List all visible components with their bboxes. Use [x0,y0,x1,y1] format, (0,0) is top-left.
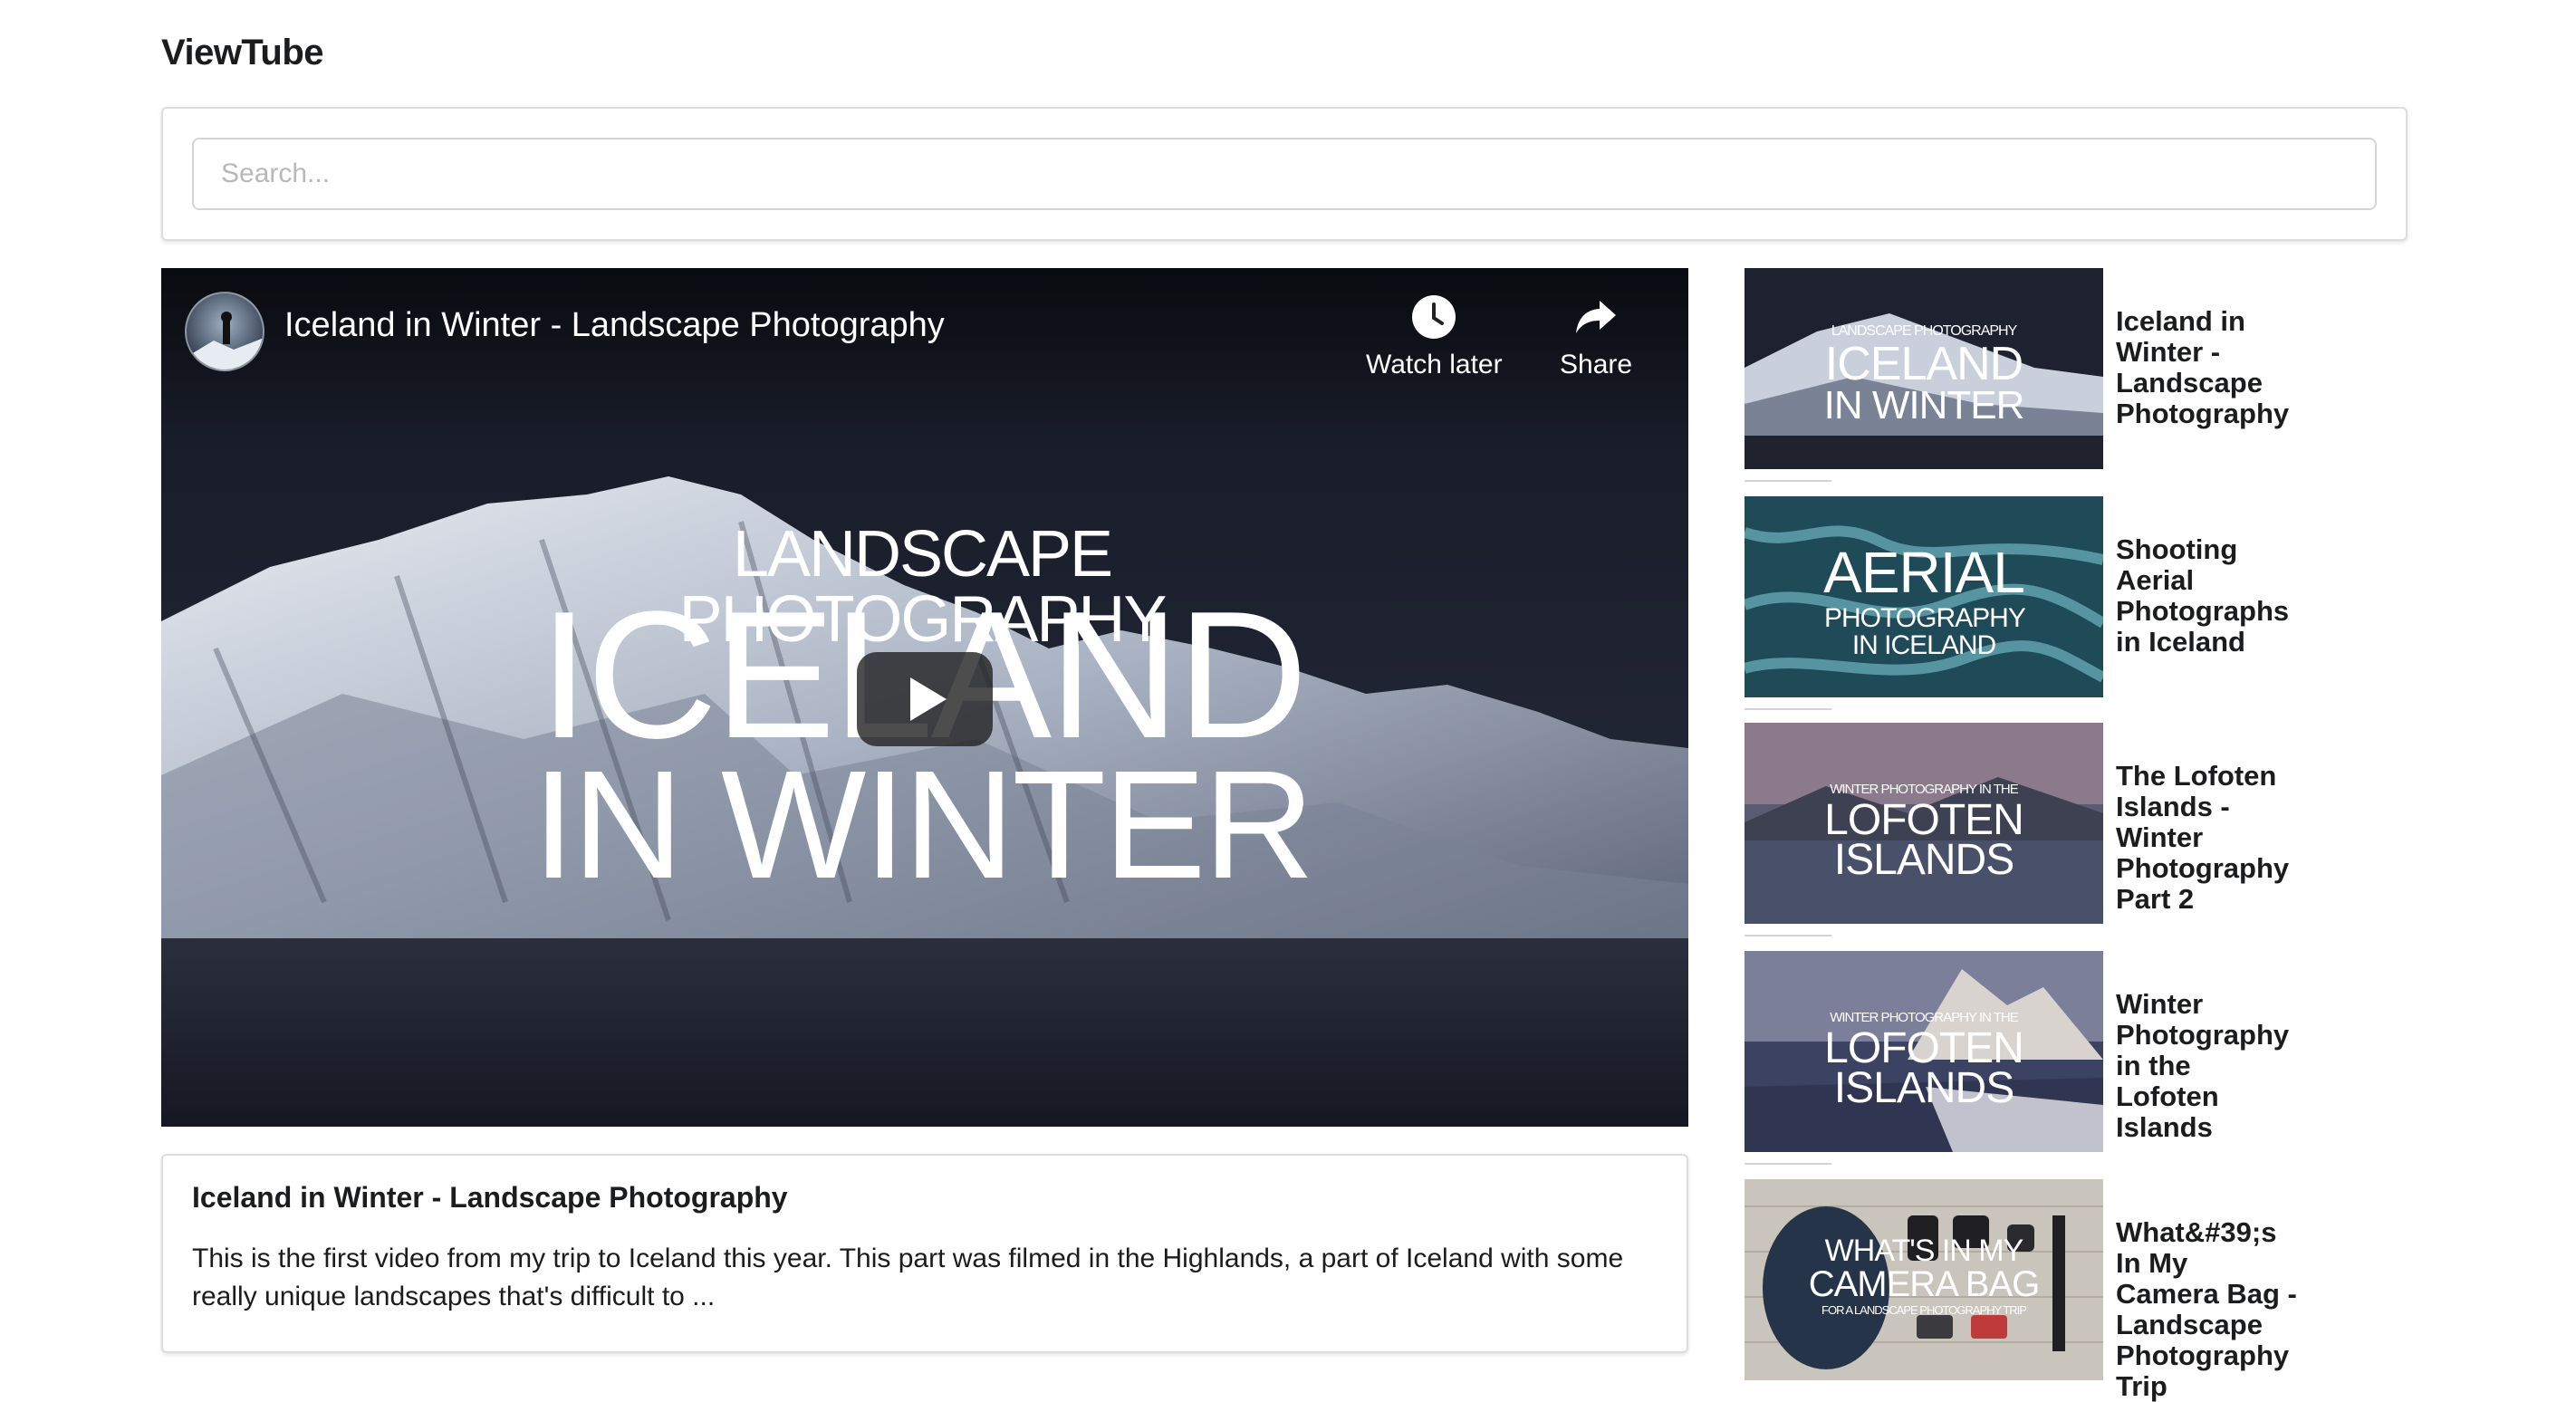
thumbnail-title-line1: AERIAL [1823,540,2025,605]
divider [1745,708,1831,710]
video-list-item-title[interactable]: Shooting Aerial Photographs in Iceland [2116,534,2297,658]
video-player[interactable]: Iceland in Winter - Landscape Photograph… [161,268,1688,1127]
video-list-item-title[interactable]: Winter Photography in the Lofoten Island… [2116,989,2297,1143]
divider [1745,1163,1831,1165]
video-list-item[interactable]: LANDSCAPE PHOTOGRAPHY ICELAND IN WINTER … [1745,268,2397,469]
video-list-item-title[interactable]: Iceland in Winter - Landscape Photograph… [2116,306,2297,429]
detail-title: Iceland in Winter - Landscape Photograph… [192,1181,788,1214]
video-list-item-title[interactable]: The Lofoten Islands - Winter Photography… [2116,761,2297,915]
thumbnail-title-line2: ISLANDS [1833,1064,2014,1112]
video-list-item[interactable]: AERIAL PHOTOGRAPHY IN ICELAND Shooting A… [1745,496,2397,697]
divider [1745,935,1831,936]
video-thumbnail[interactable]: LANDSCAPE PHOTOGRAPHY ICELAND IN WINTER [1745,268,2103,469]
search-panel [161,107,2408,241]
video-list-item[interactable]: WHAT'S IN MY CAMERA BAG FOR A LANDSCAPE … [1745,1179,2397,1402]
search-input[interactable] [192,138,2377,210]
video-thumbnail[interactable]: AERIAL PHOTOGRAPHY IN ICELAND [1745,496,2103,697]
thumbnail-title-line2: IN WINTER [1823,383,2025,427]
thumbnail-subtitle: FOR A LANDSCAPE PHOTOGRAPHY TRIP [1821,1303,2027,1317]
video-thumbnail[interactable]: WINTER PHOTOGRAPHY IN THE LOFOTEN ISLAND… [1745,951,2103,1152]
thumbnail-subtitle: LANDSCAPE PHOTOGRAPHY [1831,323,2018,339]
thumbnail-title-line2: CAMERA BAG [1808,1264,2041,1304]
thumbnail-title-line2: PHOTOGRAPHY IN ICELAND [1824,603,2026,660]
share-label: Share [1560,350,1633,379]
thumbnail-title-line1: ICELAND [1824,338,2023,390]
thumbnail-title-line1: WHAT'S IN MY [1824,1234,2024,1268]
thumbnail-title-line2: ISLANDS [1833,836,2014,884]
player-video-title[interactable]: Iceland in Winter - Landscape Photograph… [284,306,945,345]
video-list-item[interactable]: WINTER PHOTOGRAPHY IN THE LOFOTEN ISLAND… [1745,723,2397,924]
thumbnail-subtitle: WINTER PHOTOGRAPHY IN THE [1830,782,2019,797]
video-thumbnail[interactable]: WINTER PHOTOGRAPHY IN THE LOFOTEN ISLAND… [1745,723,2103,924]
play-button[interactable] [857,652,993,746]
play-icon [910,677,947,721]
overlay-title-line2: IN WINTER [532,739,1315,911]
channel-avatar[interactable] [185,292,264,371]
app-title: ViewTube [161,33,324,72]
thumbnail-subtitle: WINTER PHOTOGRAPHY IN THE [1830,1010,2019,1025]
video-list-item-title[interactable]: What&#39;s In My Camera Bag - Landscape … [2116,1217,2297,1402]
watch-later-label: Watch later [1366,350,1503,379]
video-thumbnail[interactable]: WHAT'S IN MY CAMERA BAG FOR A LANDSCAPE … [1745,1179,2103,1380]
share-button[interactable]: Share [1560,293,1632,380]
divider [1745,480,1831,482]
detail-description: This is the first video from my trip to … [192,1244,1624,1311]
video-detail-panel: Iceland in Winter - Landscape Photograph… [161,1154,1688,1353]
clock-icon [1412,295,1456,339]
share-arrow-icon [1576,301,1617,333]
video-list-item[interactable]: WINTER PHOTOGRAPHY IN THE LOFOTEN ISLAND… [1745,951,2397,1152]
watch-later-button[interactable]: Watch later [1366,293,1503,380]
